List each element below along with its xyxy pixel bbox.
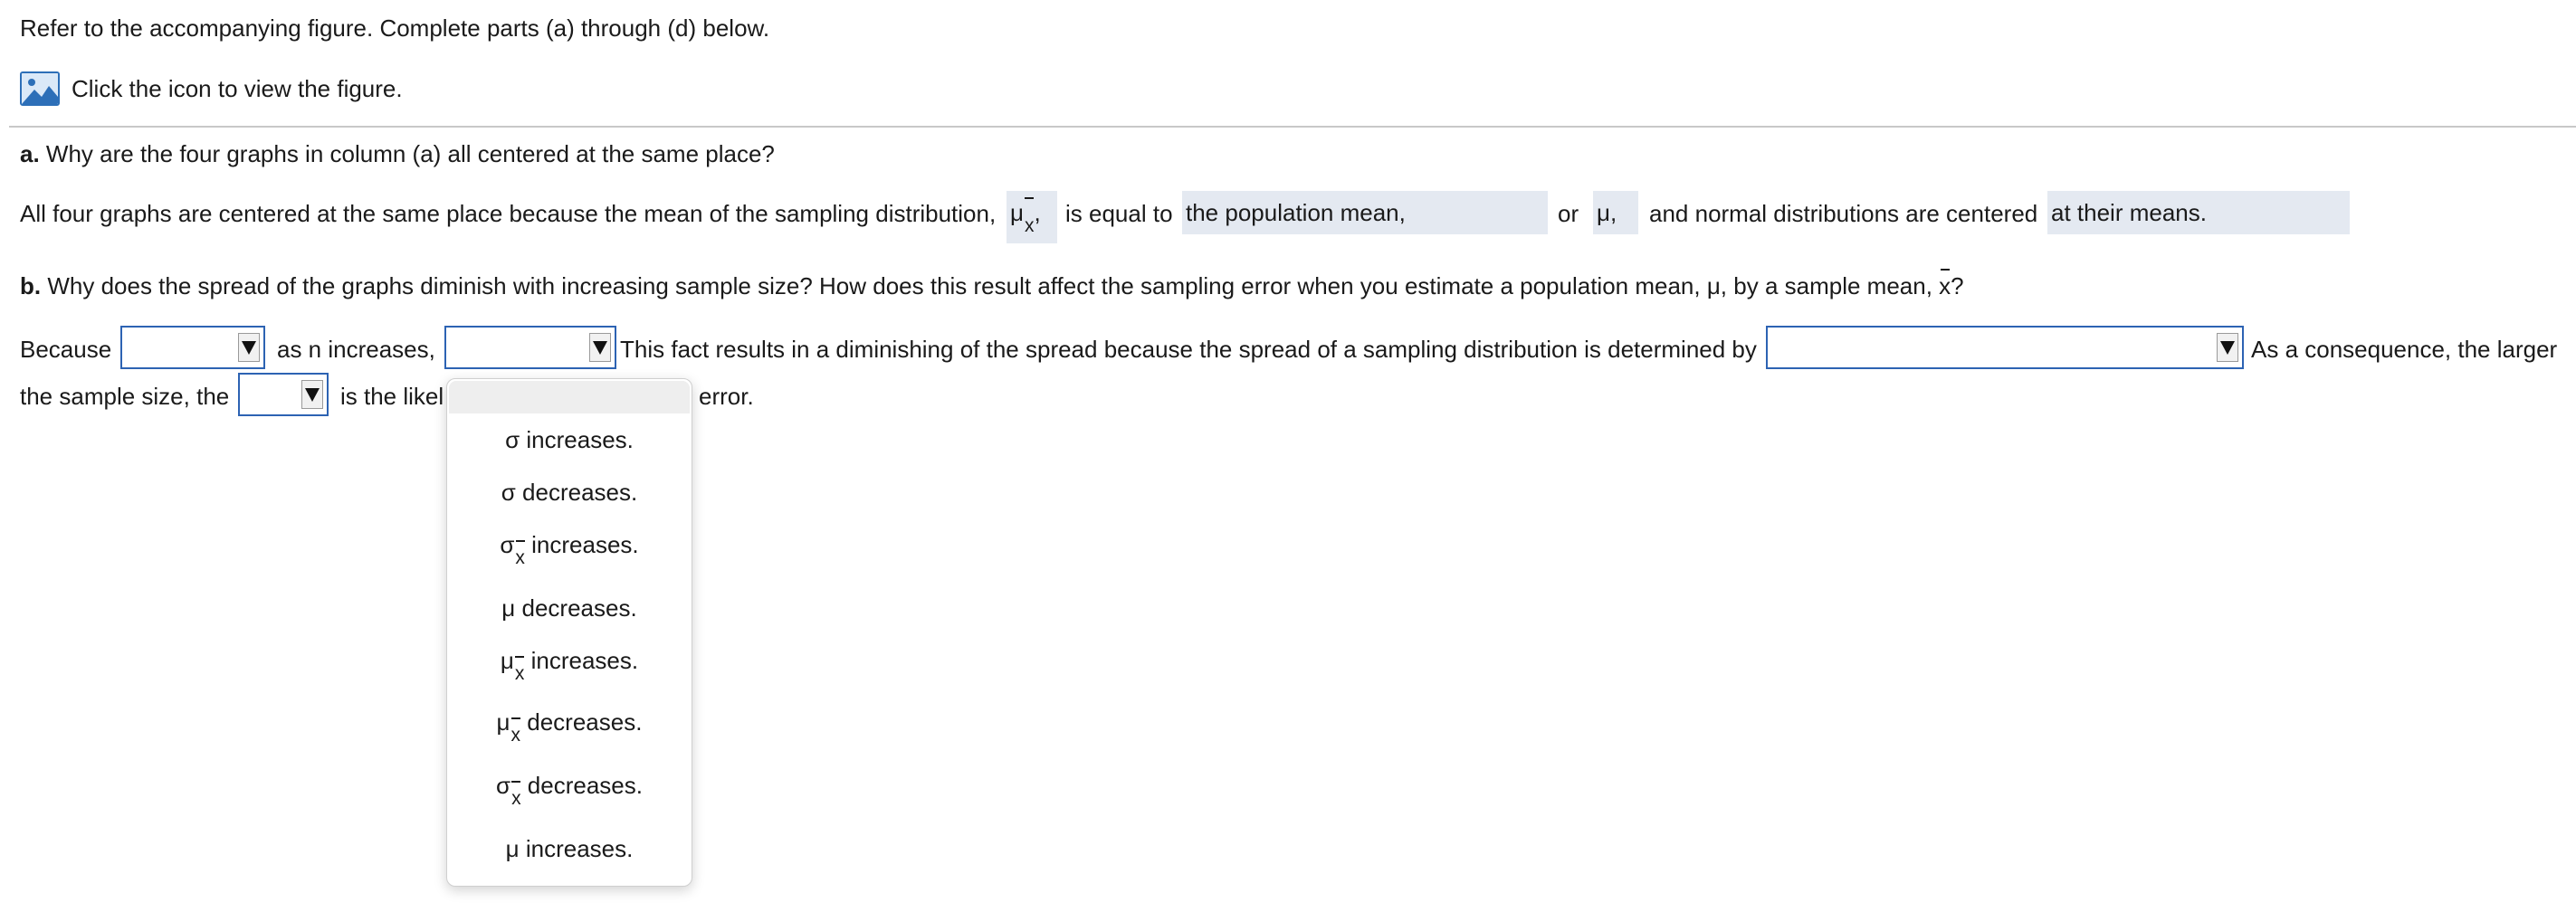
question-mark: ? xyxy=(1951,272,1964,299)
dropdown-option[interactable]: μ decreases. xyxy=(447,594,692,622)
dropdown-2[interactable] xyxy=(444,326,616,369)
dropdown-option[interactable]: σx increases. xyxy=(447,531,692,568)
dropdown-option[interactable]: σ decreases. xyxy=(447,479,692,507)
answer-mu: μ, xyxy=(1593,191,1638,234)
comma: , xyxy=(1034,199,1041,226)
dropdown-option[interactable]: μx decreases. xyxy=(447,708,692,746)
part-a-letter: a. xyxy=(20,140,40,167)
part-b-text-6: is the likel xyxy=(340,383,444,410)
part-b-text-7: error. xyxy=(699,383,754,410)
part-b-question: b. Why does the spread of the graphs dim… xyxy=(20,269,1964,300)
part-a-text-4: and normal distributions are centered xyxy=(1649,200,2038,227)
dropdown-menu-highlight xyxy=(449,381,690,413)
image-icon[interactable] xyxy=(20,71,60,106)
dropdown-option[interactable]: μx increases. xyxy=(447,647,692,684)
part-b-text-4: As a consequence, the larger xyxy=(2251,336,2558,363)
part-b-text-1: Because xyxy=(20,336,112,363)
part-a-text-1: All four graphs are centered at the same… xyxy=(20,200,997,227)
part-b-letter: b. xyxy=(20,272,42,299)
answer-at-their-means: at their means. xyxy=(2047,191,2350,234)
x-bar-subscript: x xyxy=(1024,215,1035,236)
dropdown-4[interactable] xyxy=(238,373,329,416)
part-a-question-text: Why are the four graphs in column (a) al… xyxy=(45,140,775,167)
part-a-text-2: is equal to xyxy=(1065,200,1173,227)
dropdown-3[interactable] xyxy=(1766,326,2244,369)
x-bar-symbol: x xyxy=(1939,272,1951,299)
chevron-down-icon[interactable] xyxy=(2217,333,2238,362)
chevron-down-icon[interactable] xyxy=(301,380,323,409)
part-b-text-5: the sample size, the xyxy=(20,383,230,410)
part-a-question: a. Why are the four graphs in column (a)… xyxy=(20,140,775,168)
part-b-text-2: as n increases, xyxy=(277,336,435,363)
dropdown-option[interactable]: σ increases. xyxy=(447,426,692,454)
instructions-text: Refer to the accompanying figure. Comple… xyxy=(20,14,770,42)
dropdown-option[interactable]: μ increases. xyxy=(447,835,692,863)
dropdown-menu[interactable]: σ increases. σ decreases. σx increases. … xyxy=(446,378,692,887)
chevron-down-icon[interactable] xyxy=(589,333,611,362)
part-b-question-text: Why does the spread of the graphs dimini… xyxy=(47,272,1932,299)
mu-symbol: μ xyxy=(1010,199,1024,226)
part-a-text-3: or xyxy=(1558,200,1579,227)
answer-mu-x-bar: μ x, xyxy=(1007,191,1057,243)
divider xyxy=(9,126,2576,128)
dropdown-option[interactable]: σx decreases. xyxy=(447,772,692,809)
chevron-down-icon[interactable] xyxy=(238,333,260,362)
dropdown-1[interactable] xyxy=(120,326,265,369)
answer-population-mean: the population mean, xyxy=(1182,191,1548,234)
part-b-text-3: This fact results in a diminishing of th… xyxy=(620,336,1757,363)
figure-link-text[interactable]: Click the icon to view the figure. xyxy=(72,75,403,103)
